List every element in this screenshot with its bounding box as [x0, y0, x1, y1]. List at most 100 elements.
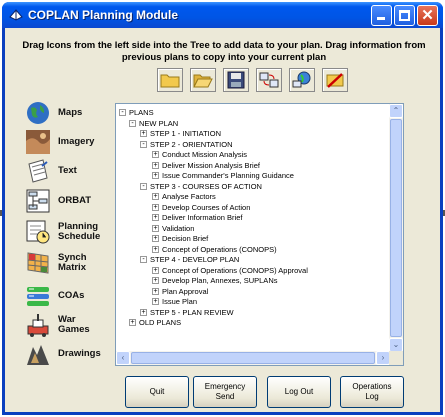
- tree-node-decision-brief[interactable]: + Decision Brief: [152, 233, 208, 244]
- tree-node-plan-approval[interactable]: + Plan Approval: [152, 286, 208, 297]
- open-plan-button[interactable]: [190, 68, 216, 92]
- transfer-computers-icon: [259, 72, 279, 88]
- tree-node-deliver-information-brief[interactable]: + Deliver Information Brief: [152, 212, 242, 223]
- save-disk-icon: [227, 71, 245, 89]
- tree-node-label: Issue Plan: [162, 297, 198, 306]
- tree-node-label: Deliver Information Brief: [162, 213, 243, 222]
- collapse-icon[interactable]: -: [140, 140, 147, 148]
- expand-icon[interactable]: +: [129, 319, 136, 326]
- tree-node-old-plans[interactable]: + OLD PLANS: [129, 317, 181, 328]
- instructions-text: Drag Icons from the left side into the T…: [7, 40, 441, 64]
- sidebar-item-label: Maps: [58, 107, 83, 118]
- schedule-clock-icon: [26, 220, 50, 244]
- minimize-icon: [377, 17, 385, 20]
- scroll-left-button[interactable]: ‹: [116, 351, 130, 365]
- expand-icon[interactable]: +: [152, 203, 159, 211]
- expand-icon[interactable]: +: [152, 235, 159, 242]
- coplan-window: COPLAN Planning Module ✕ Drag Icons from…: [2, 2, 443, 415]
- tree-node-step-1[interactable]: + STEP 1 - INITIATION: [140, 128, 221, 139]
- sidebar-item-orbat[interactable]: ORBAT: [25, 187, 125, 215]
- sidebar-item-label: Text: [58, 165, 77, 176]
- tree-node-deliver-mission-analysis-brief[interactable]: + Deliver Mission Analysis Brief: [152, 160, 260, 171]
- drawing-icon: [27, 345, 49, 365]
- expand-icon[interactable]: +: [152, 172, 159, 179]
- expand-icon[interactable]: +: [140, 130, 147, 137]
- expand-icon[interactable]: +: [152, 266, 159, 274]
- scroll-up-button[interactable]: ⌃: [389, 104, 403, 118]
- save-button[interactable]: [223, 68, 249, 92]
- tree-node-conops[interactable]: + Concept of Operations (CONOPS): [152, 244, 277, 255]
- expand-icon[interactable]: +: [152, 277, 159, 284]
- sidebar-item-maps[interactable]: Maps: [25, 99, 125, 127]
- expand-icon[interactable]: +: [152, 287, 159, 295]
- vertical-scrollbar[interactable]: ⌃ ⌄: [389, 104, 403, 352]
- tree-node-label: STEP 2 - ORIENTATION: [150, 139, 233, 149]
- expand-icon[interactable]: +: [152, 214, 159, 221]
- expand-icon[interactable]: +: [140, 308, 147, 316]
- horizontal-scrollbar[interactable]: ‹ ›: [116, 351, 390, 365]
- log-out-button[interactable]: Log Out: [267, 376, 331, 408]
- tree-node-step-4[interactable]: - STEP 4 - DEVELOP PLAN: [140, 254, 239, 265]
- vertical-scroll-thumb[interactable]: [390, 119, 402, 337]
- tree-node-step-3[interactable]: - STEP 3 - COURSES OF ACTION: [140, 181, 262, 192]
- expand-icon[interactable]: +: [152, 298, 159, 305]
- tree-node-issue-planning-guidance[interactable]: + Issue Commander's Planning Guidance: [152, 170, 294, 181]
- tree-node-label: Validation: [162, 223, 195, 233]
- tree-node-develop-coas[interactable]: + Develop Courses of Action: [152, 202, 250, 213]
- scroll-right-button[interactable]: ›: [376, 351, 390, 365]
- sidebar-item-drawings[interactable]: Drawings: [25, 340, 125, 368]
- transfer-button[interactable]: [256, 68, 282, 92]
- collapse-icon[interactable]: -: [140, 256, 147, 263]
- tree-node-conduct-mission-analysis[interactable]: + Conduct Mission Analysis: [152, 149, 247, 160]
- tree-node-label: Conduct Mission Analysis: [162, 150, 248, 159]
- tree-node-label: Concept of Operations (CONOPS) Approval: [162, 265, 308, 275]
- sidebar-item-coas[interactable]: COAs: [25, 282, 125, 310]
- tree-node-label: Develop Plan, Annexes, SUPLANs: [162, 276, 278, 285]
- tree-node-label: Analyse Factors: [162, 192, 216, 201]
- tree-node-step-5[interactable]: + STEP 5 - PLAN REVIEW: [140, 307, 234, 318]
- tree-node-plans[interactable]: - PLANS: [119, 107, 154, 118]
- sidebar-item-label: Planning Schedule: [58, 221, 101, 242]
- sidebar-item-imagery[interactable]: Imagery: [25, 128, 125, 156]
- tree-node-issue-plan[interactable]: + Issue Plan: [152, 296, 197, 307]
- sidebar-item-planning-schedule[interactable]: Planning Schedule: [25, 218, 125, 246]
- open-folder-icon: [193, 74, 213, 88]
- network-button[interactable]: [289, 68, 315, 92]
- tree-node-step-2[interactable]: - STEP 2 - ORIENTATION: [140, 139, 233, 150]
- minimize-button[interactable]: [371, 5, 392, 26]
- sidebar-item-war-games[interactable]: War Games: [25, 311, 125, 339]
- disconnect-button[interactable]: [322, 68, 348, 92]
- tree-node-label: Decision Brief: [162, 234, 209, 243]
- tree-node-label: Develop Courses of Action: [162, 202, 251, 212]
- tree-node-label: OLD PLANS: [139, 318, 182, 327]
- expand-icon[interactable]: +: [152, 193, 159, 200]
- toolbar: [157, 68, 348, 92]
- operations-log-button[interactable]: Operations Log: [340, 376, 404, 408]
- tree-node-label: Plan Approval: [162, 286, 209, 296]
- horizontal-scroll-thumb[interactable]: [131, 352, 375, 364]
- expand-icon[interactable]: +: [152, 224, 159, 232]
- title-bar[interactable]: COPLAN Planning Module ✕: [2, 2, 443, 28]
- tree-node-develop-plan-annexes[interactable]: + Develop Plan, Annexes, SUPLANs: [152, 275, 277, 286]
- maximize-button[interactable]: [394, 5, 415, 26]
- expand-icon[interactable]: +: [152, 245, 159, 253]
- close-button[interactable]: ✕: [417, 5, 438, 26]
- sidebar-item-text[interactable]: Text: [25, 157, 125, 185]
- tree-node-new-plan[interactable]: - NEW PLAN: [129, 118, 178, 129]
- plan-tree[interactable]: - PLANS - NEW PLAN + STEP 1 - INITIATION -S…: [115, 103, 404, 366]
- tree-node-label: PLANS: [129, 108, 154, 117]
- collapse-icon[interactable]: -: [119, 109, 126, 116]
- collapse-icon[interactable]: -: [140, 182, 147, 190]
- tree-node-validation[interactable]: + Validation: [152, 223, 194, 234]
- expand-icon[interactable]: +: [152, 161, 159, 169]
- emergency-send-button[interactable]: Emergency Send: [193, 376, 257, 408]
- scroll-down-button[interactable]: ⌄: [389, 338, 403, 352]
- expand-icon[interactable]: +: [152, 151, 159, 158]
- sidebar-item-synch-matrix[interactable]: Synch Matrix: [25, 249, 125, 277]
- tree-node-conops-approval[interactable]: + Concept of Operations (CONOPS) Approval: [152, 265, 308, 276]
- sidebar-item-label: Synch Matrix: [58, 252, 87, 273]
- new-plan-button[interactable]: [157, 68, 183, 92]
- tree-node-analyse-factors[interactable]: + Analyse Factors: [152, 191, 216, 202]
- collapse-icon[interactable]: -: [129, 119, 136, 127]
- quit-button[interactable]: Quit: [125, 376, 189, 408]
